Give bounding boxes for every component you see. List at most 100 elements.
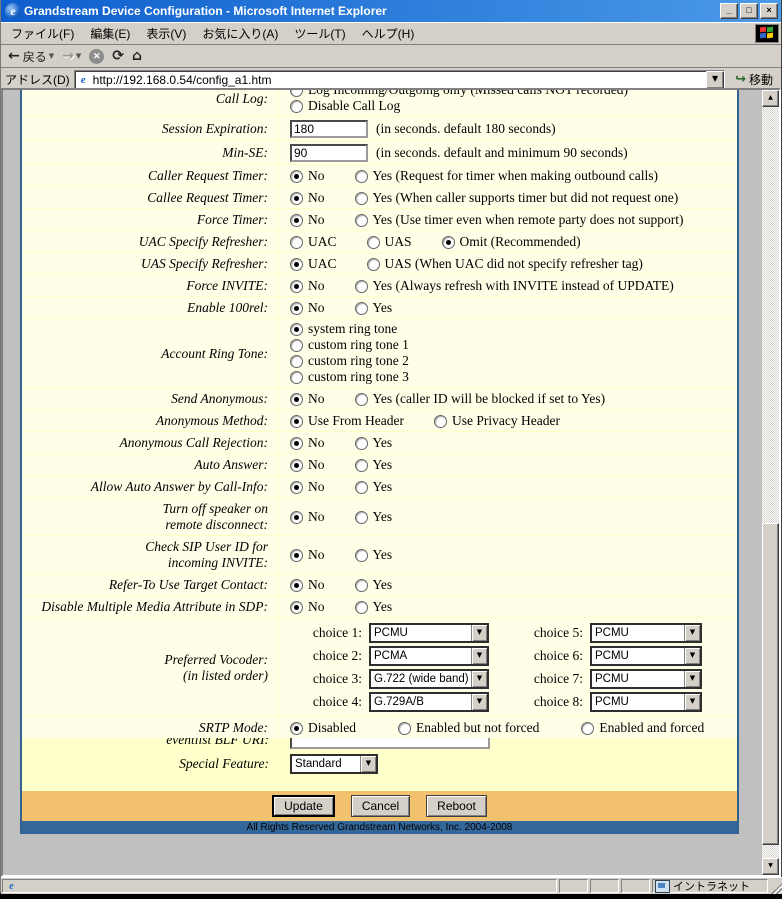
check-sip-user-id-option-1-radio[interactable] [355,549,368,562]
call-log-option-0[interactable]: Log Incoming/Outgoing only (Missed calls… [290,90,628,98]
turn-off-speaker-option-1[interactable]: Yes [355,509,393,525]
forward-dropdown-icon[interactable]: ▼ [76,47,81,65]
disable-multiple-media-attribute-option-1-radio[interactable] [355,601,368,614]
vertical-scrollbar[interactable]: ▲ ▼ [762,90,779,875]
vocoder-choice-1-dropdown-icon[interactable]: ▼ [471,625,487,641]
force-invite-option-0[interactable]: No [290,278,325,294]
scroll-down-button[interactable]: ▼ [762,858,779,875]
allow-auto-answer-by-call-info-option-1-radio[interactable] [355,481,368,494]
disable-multiple-media-attribute-option-0[interactable]: No [290,599,325,615]
menu-item-3[interactable]: お気に入り(A) [194,23,286,44]
vocoder-choice-7-dropdown-icon[interactable]: ▼ [684,671,700,687]
back-dropdown-icon[interactable]: ▼ [49,47,54,65]
special-feature-option-0-select[interactable]: Standard▼ [290,754,378,774]
check-sip-user-id-option-1[interactable]: Yes [355,547,393,563]
vocoder-choice-2[interactable]: PCMA▼ [369,646,489,666]
vocoder-choice-3[interactable]: G.722 (wide band)▼ [369,669,489,689]
send-anonymous-option-1[interactable]: Yes (caller ID will be blocked if set to… [355,391,606,407]
send-anonymous-option-1-radio[interactable] [355,393,368,406]
force-timer-option-0[interactable]: No [290,212,325,228]
scrollbar-thumb[interactable] [762,523,779,845]
menu-item-1[interactable]: 編集(E) [82,23,138,44]
anonymous-method-option-1[interactable]: Use Privacy Header [434,413,560,429]
uas-specify-refresher-option-0[interactable]: UAC [290,256,337,272]
force-invite-option-0-radio[interactable] [290,280,303,293]
refer-to-use-target-contact-option-0[interactable]: No [290,577,325,593]
srtp-mode-option-0[interactable]: Disabled [290,720,356,736]
refresh-button[interactable]: ⟳ [109,46,127,66]
callee-request-timer-option-1[interactable]: Yes (When caller supports timer but did … [355,190,679,206]
check-sip-user-id-option-0-radio[interactable] [290,549,303,562]
vocoder-choice-7[interactable]: PCMU▼ [590,669,702,689]
account-ring-tone-option-1-radio[interactable] [290,339,303,352]
force-invite-option-1-radio[interactable] [355,280,368,293]
menu-item-0[interactable]: ファイル(F) [3,23,82,44]
vocoder-choice-3-dropdown-icon[interactable]: ▼ [471,671,487,687]
vocoder-choice-5[interactable]: PCMU▼ [590,623,702,643]
enable-100rel-option-1[interactable]: Yes [355,300,393,316]
vocoder-choice-1[interactable]: PCMU▼ [369,623,489,643]
reboot-button[interactable]: Reboot [426,795,487,817]
uas-specify-refresher-option-0-radio[interactable] [290,258,303,271]
srtp-mode-option-1-radio[interactable] [398,722,411,735]
vocoder-choice-4-dropdown-icon[interactable]: ▼ [471,694,487,710]
anonymous-call-rejection-option-0[interactable]: No [290,435,325,451]
uac-specify-refresher-option-0[interactable]: UAC [290,234,337,250]
auto-answer-option-0[interactable]: No [290,457,325,473]
force-timer-option-1-radio[interactable] [355,214,368,227]
refer-to-use-target-contact-option-1[interactable]: Yes [355,577,393,593]
account-ring-tone-option-3[interactable]: custom ring tone 3 [290,369,409,385]
turn-off-speaker-option-1-radio[interactable] [355,511,368,524]
force-timer-option-1[interactable]: Yes (Use timer even when remote party do… [355,212,684,228]
caller-request-timer-option-0[interactable]: No [290,168,325,184]
account-ring-tone-option-1[interactable]: custom ring tone 1 [290,337,409,353]
uac-specify-refresher-option-1[interactable]: UAS [367,234,412,250]
maximize-button[interactable]: □ [740,3,758,19]
vocoder-choice-4[interactable]: G.729A/B▼ [369,692,489,712]
allow-auto-answer-by-call-info-option-0[interactable]: No [290,479,325,495]
anonymous-method-option-0-radio[interactable] [290,415,303,428]
account-ring-tone-option-2-radio[interactable] [290,355,303,368]
session-expiration-option-0-input[interactable] [290,120,368,138]
refer-to-use-target-contact-option-1-radio[interactable] [355,579,368,592]
cancel-button[interactable]: Cancel [351,795,410,817]
vocoder-choice-6[interactable]: PCMU▼ [590,646,702,666]
check-sip-user-id-option-0[interactable]: No [290,547,325,563]
auto-answer-option-0-radio[interactable] [290,459,303,472]
vocoder-choice-5-dropdown-icon[interactable]: ▼ [684,625,700,641]
uas-specify-refresher-option-1-radio[interactable] [367,258,380,271]
back-button[interactable]: ← 戻る ▼ [5,46,57,66]
vocoder-choice-2-dropdown-icon[interactable]: ▼ [471,648,487,664]
auto-answer-option-1-radio[interactable] [355,459,368,472]
srtp-mode-option-0-radio[interactable] [290,722,303,735]
send-anonymous-option-0-radio[interactable] [290,393,303,406]
force-invite-option-1[interactable]: Yes (Always refresh with INVITE instead … [355,278,674,294]
address-dropdown-button[interactable]: ▼ [706,71,724,89]
scroll-up-button[interactable]: ▲ [762,90,779,107]
disable-multiple-media-attribute-option-1[interactable]: Yes [355,599,393,615]
anonymous-method-option-0[interactable]: Use From Header [290,413,404,429]
account-ring-tone-option-0-radio[interactable] [290,323,303,336]
special-feature-option-0-select-dropdown-icon[interactable]: ▼ [360,756,376,772]
vocoder-choice-8-dropdown-icon[interactable]: ▼ [684,694,700,710]
callee-request-timer-option-0-radio[interactable] [290,192,303,205]
srtp-mode-option-2-radio[interactable] [581,722,594,735]
address-input[interactable]: e http://192.168.0.54/config_a1.htm ▼ [74,70,725,90]
disable-multiple-media-attribute-option-0-radio[interactable] [290,601,303,614]
auto-answer-option-1[interactable]: Yes [355,457,393,473]
menu-item-2[interactable]: 表示(V) [138,23,194,44]
minimize-button[interactable]: _ [720,3,738,19]
forward-button[interactable]: → ▼ [59,46,84,66]
call-log-option-0-radio[interactable] [290,90,303,97]
caller-request-timer-option-0-radio[interactable] [290,170,303,183]
update-button[interactable]: Update [272,795,335,817]
account-ring-tone-option-2[interactable]: custom ring tone 2 [290,353,409,369]
refer-to-use-target-contact-option-0-radio[interactable] [290,579,303,592]
callee-request-timer-option-0[interactable]: No [290,190,325,206]
send-anonymous-option-0[interactable]: No [290,391,325,407]
address-url[interactable]: http://192.168.0.54/config_a1.htm [93,73,706,87]
account-ring-tone-option-0[interactable]: system ring tone [290,321,397,337]
uac-specify-refresher-option-2[interactable]: Omit (Recommended) [442,234,581,250]
caller-request-timer-option-1[interactable]: Yes (Request for timer when making outbo… [355,168,658,184]
close-button[interactable]: × [760,3,778,19]
